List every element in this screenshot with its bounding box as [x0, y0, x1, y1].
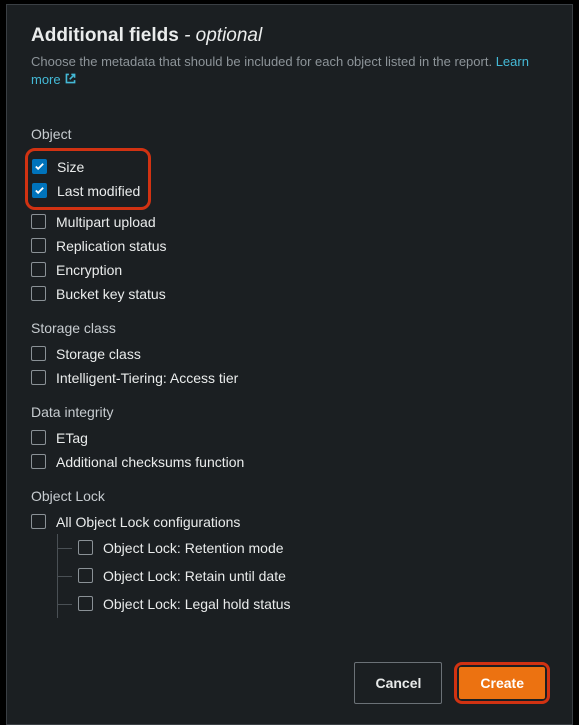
checkbox-row-all-object-lock[interactable]: All Object Lock configurations — [31, 510, 548, 534]
checkbox-row-encryption[interactable]: Encryption — [31, 258, 548, 282]
checkbox-label: Replication status — [56, 238, 167, 254]
checkbox-row-retention-mode[interactable]: Object Lock: Retention mode — [58, 534, 548, 562]
title-text: Additional fields — [31, 25, 179, 46]
checkbox-label: Last modified — [57, 183, 140, 199]
create-button[interactable]: Create — [459, 667, 545, 699]
checkbox-label: All Object Lock configurations — [56, 514, 240, 530]
checkbox-retention-mode[interactable] — [78, 540, 93, 555]
checkbox-legal-hold[interactable] — [78, 596, 93, 611]
checkbox-label: Bucket key status — [56, 286, 166, 302]
group-label-object: Object — [31, 126, 548, 142]
group-label-data-integrity: Data integrity — [31, 404, 548, 420]
panel-description: Choose the metadata that should be inclu… — [31, 53, 548, 90]
checkbox-replication[interactable] — [31, 238, 46, 253]
panel-title: Additional fields - optional — [31, 25, 548, 47]
description-text: Choose the metadata that should be inclu… — [31, 54, 496, 69]
external-link-icon — [64, 72, 77, 90]
checkbox-bucket-key[interactable] — [31, 286, 46, 301]
checkbox-label: Multipart upload — [56, 214, 156, 230]
checkbox-row-checksums[interactable]: Additional checksums function — [31, 450, 548, 474]
panel-footer: Cancel Create — [7, 642, 572, 724]
checkbox-row-storage-class[interactable]: Storage class — [31, 342, 548, 366]
checkbox-checksums[interactable] — [31, 454, 46, 469]
checkbox-label: Size — [57, 159, 84, 175]
checkbox-all-object-lock[interactable] — [31, 514, 46, 529]
panel-header: Additional fields - optional Choose the … — [7, 5, 572, 102]
checkbox-storage-class[interactable] — [31, 346, 46, 361]
panel-body: Object Size Last modified Multipart uplo… — [7, 102, 572, 642]
checkbox-label: Object Lock: Retention mode — [103, 540, 284, 556]
checkbox-label: ETag — [56, 430, 88, 446]
checkbox-row-retain-until[interactable]: Object Lock: Retain until date — [58, 562, 548, 590]
checkbox-row-size[interactable]: Size — [32, 155, 140, 179]
checkbox-label: Encryption — [56, 262, 122, 278]
checkbox-label: Intelligent-Tiering: Access tier — [56, 370, 238, 386]
object-lock-nested: Object Lock: Retention mode Object Lock:… — [57, 534, 548, 618]
checkbox-retain-until[interactable] — [78, 568, 93, 583]
group-label-storage-class: Storage class — [31, 320, 548, 336]
group-label-object-lock: Object Lock — [31, 488, 548, 504]
highlight-size-lastmodified: Size Last modified — [25, 148, 151, 210]
checkbox-label: Object Lock: Legal hold status — [103, 596, 291, 612]
checkbox-encryption[interactable] — [31, 262, 46, 277]
title-suffix: - optional — [184, 25, 262, 46]
checkbox-label: Storage class — [56, 346, 141, 362]
cancel-button[interactable]: Cancel — [354, 662, 442, 704]
checkbox-label: Additional checksums function — [56, 454, 244, 470]
checkbox-row-last-modified[interactable]: Last modified — [32, 179, 140, 203]
additional-fields-panel: Additional fields - optional Choose the … — [6, 4, 573, 725]
checkbox-label: Object Lock: Retain until date — [103, 568, 286, 584]
checkbox-row-replication[interactable]: Replication status — [31, 234, 548, 258]
checkbox-multipart[interactable] — [31, 214, 46, 229]
highlight-create-button: Create — [454, 662, 550, 704]
checkbox-etag[interactable] — [31, 430, 46, 445]
checkbox-intelligent-tiering[interactable] — [31, 370, 46, 385]
checkbox-size[interactable] — [32, 159, 47, 174]
checkbox-row-bucket-key[interactable]: Bucket key status — [31, 282, 548, 306]
checkbox-last-modified[interactable] — [32, 183, 47, 198]
checkbox-row-legal-hold[interactable]: Object Lock: Legal hold status — [58, 590, 548, 618]
checkbox-row-etag[interactable]: ETag — [31, 426, 548, 450]
checkbox-row-intelligent-tiering[interactable]: Intelligent-Tiering: Access tier — [31, 366, 548, 390]
checkbox-row-multipart[interactable]: Multipart upload — [31, 210, 548, 234]
